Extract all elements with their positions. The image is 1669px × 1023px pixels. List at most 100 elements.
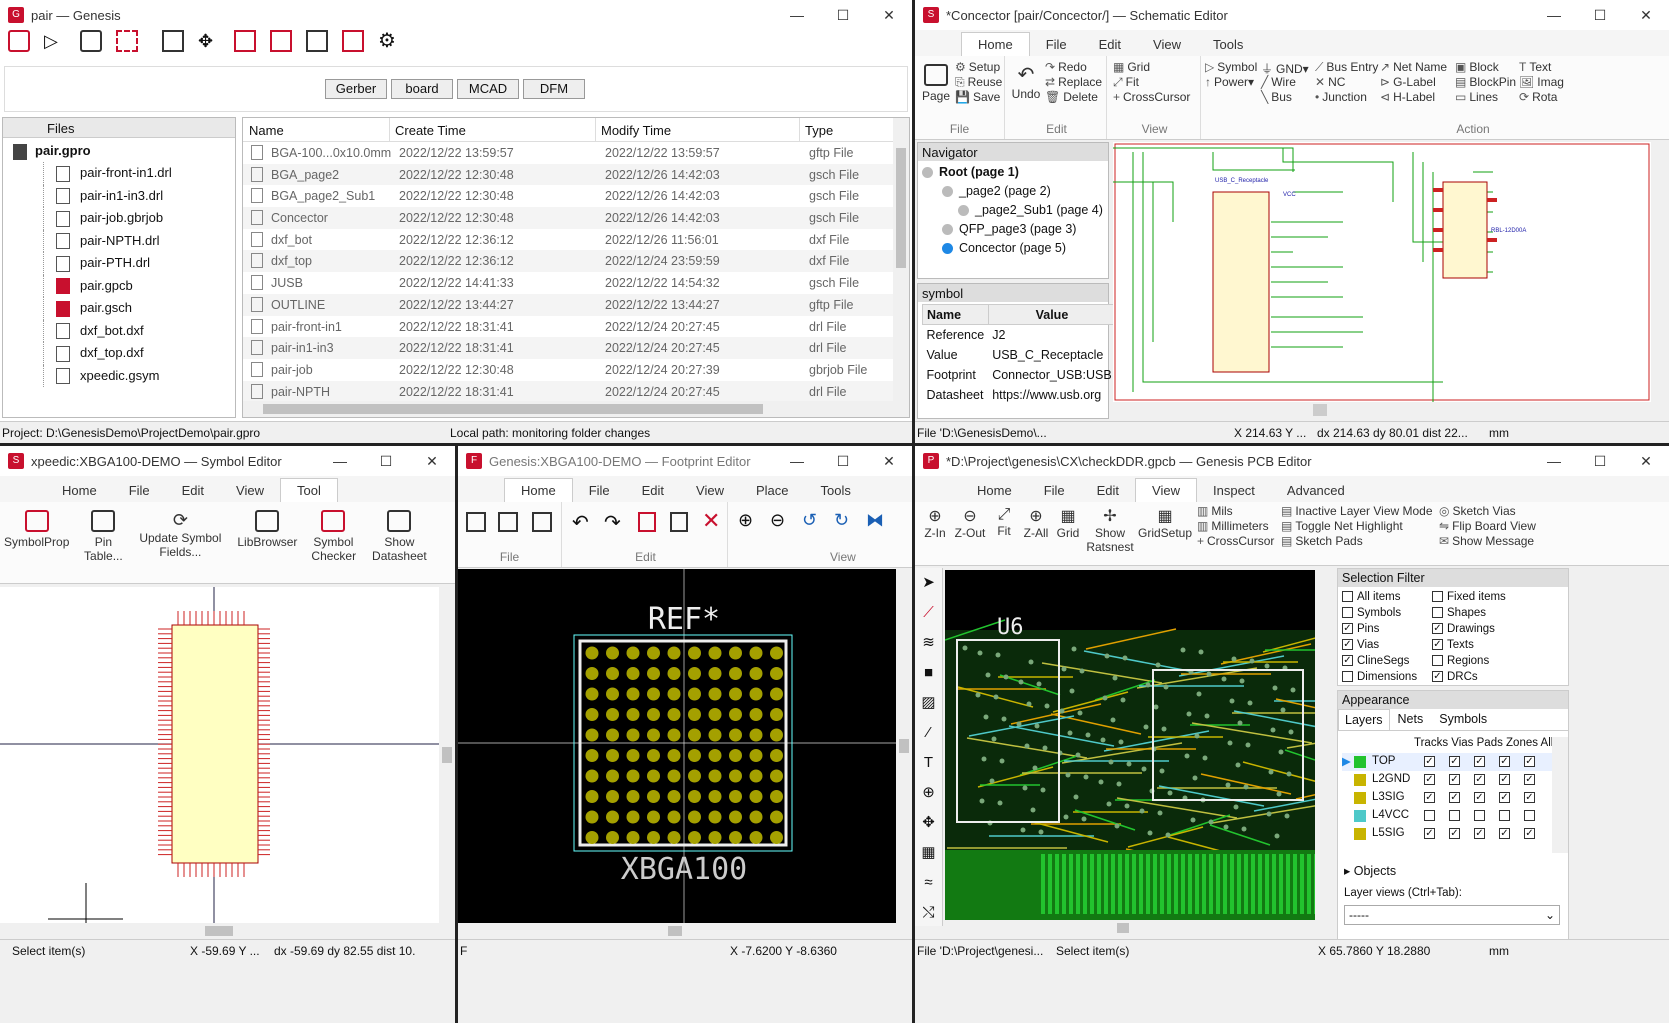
net-name-button[interactable]: ↗ Net Name: [1380, 60, 1447, 74]
layers-scrollbar[interactable]: [1552, 737, 1568, 853]
delete-button[interactable]: 🗑 Delete: [1045, 90, 1098, 104]
layer-views-select[interactable]: ----- ⌄: [1344, 905, 1560, 925]
close-icon[interactable]: ✕: [1623, 7, 1669, 24]
table-row[interactable]: OUTLINE 2022/12/22 13:44:27 2022/12/22 13:…: [243, 293, 909, 316]
tab-view[interactable]: View: [1135, 478, 1197, 502]
tab-symbols[interactable]: Symbols: [1431, 709, 1495, 730]
millimeters-button[interactable]: ▥ Millimeters: [1197, 519, 1269, 533]
tab-tools[interactable]: Tools: [805, 479, 867, 502]
project-node[interactable]: pair.gpro: [13, 140, 235, 162]
vertical-scrollbar[interactable]: [896, 569, 912, 923]
filter-checkbox[interactable]: Regions: [1432, 655, 1489, 667]
tab-edit[interactable]: Edit: [166, 479, 220, 502]
pan-tool-icon[interactable]: ✥: [915, 808, 942, 838]
grid-tool-icon[interactable]: ▦: [915, 838, 942, 868]
close-icon[interactable]: ✕: [866, 7, 912, 24]
junction-button[interactable]: • Junction: [1315, 90, 1367, 104]
rotate-button[interactable]: ⟳ Rota: [1519, 90, 1557, 104]
rotate-ccw-icon[interactable]: ↺: [802, 510, 817, 531]
power-button[interactable]: ↑ Power▾: [1205, 75, 1254, 89]
table-row[interactable]: pair-front-in1 2022/12/22 18:31:41 2022/12…: [243, 315, 909, 338]
measure-tool-icon[interactable]: ⤭: [915, 898, 942, 928]
horizontal-scrollbar[interactable]: [1113, 402, 1651, 418]
zoom-out-icon[interactable]: ⊖: [770, 510, 785, 531]
zoom-in-button[interactable]: ⊕ Z-In: [921, 506, 949, 540]
tab-file[interactable]: File: [1030, 33, 1083, 56]
filter-checkbox[interactable]: Symbols: [1342, 607, 1401, 619]
tab-tools[interactable]: Tools: [1197, 33, 1259, 56]
symbol-prop-button[interactable]: SymbolProp: [4, 510, 69, 575]
tree-item[interactable]: pair.gpcb: [43, 274, 235, 297]
filter-checkbox[interactable]: Shapes: [1432, 607, 1486, 619]
checkbox[interactable]: [1342, 591, 1353, 603]
layer-visibility-checkbox[interactable]: ✓: [1524, 774, 1535, 785]
show-datasheet-button[interactable]: Show Datasheet: [369, 510, 429, 575]
tree-item[interactable]: pair.gsch: [43, 297, 235, 320]
layer-visibility-checkbox[interactable]: ✓: [1424, 756, 1435, 767]
minimize-icon[interactable]: —: [317, 453, 363, 469]
tab-home[interactable]: Home: [961, 479, 1028, 502]
bus-button[interactable]: ╲ Bus: [1261, 90, 1292, 104]
table-row[interactable]: dxf_bot 2022/12/22 12:36:12 2022/12/26 11:…: [243, 228, 909, 251]
fit-button[interactable]: ⤢ Fit: [1113, 75, 1139, 90]
crosscursor-button[interactable]: + CrossCursor: [1197, 534, 1274, 548]
table-row[interactable]: BGA-100...0x10.0mm 2022/12/22 13:59:57 202…: [243, 142, 909, 164]
checkbox[interactable]: ✓: [1432, 639, 1443, 651]
tree-item[interactable]: xpeedic.gsym: [43, 364, 235, 387]
col-header[interactable]: Name: [249, 123, 284, 138]
tab-home[interactable]: Home: [46, 479, 113, 502]
navigator-item[interactable]: Root (page 1): [922, 165, 1019, 179]
layer-visibility-checkbox[interactable]: [1474, 810, 1485, 821]
navigator-item[interactable]: Concector (page 5): [942, 241, 1066, 255]
table-row[interactable]: pair-NPTH 2022/12/22 18:31:41 2022/12/24 2…: [243, 380, 909, 403]
tree-item[interactable]: pair-front-in1.drl: [43, 162, 235, 185]
page-button[interactable]: Page: [919, 64, 953, 103]
sketch-pads-button[interactable]: ▤ Sketch Pads: [1281, 534, 1363, 548]
tab-home[interactable]: Home: [961, 32, 1030, 56]
copy-icon[interactable]: [638, 512, 656, 532]
tab-gerber[interactable]: Gerber: [325, 79, 387, 99]
layer-row[interactable]: L3SIG ✓ ✓ ✓ ✓ ✓: [1342, 789, 1552, 807]
layer-visibility-checkbox[interactable]: ✓: [1449, 792, 1460, 803]
image-button[interactable]: 🖼 Imag: [1519, 75, 1564, 89]
filter-checkbox[interactable]: Fixed items: [1432, 591, 1506, 603]
select-tool-icon[interactable]: ➤: [915, 568, 942, 598]
vertical-scrollbar[interactable]: [439, 587, 455, 923]
paste-icon[interactable]: [670, 512, 688, 532]
maximize-icon[interactable]: ☐: [820, 453, 866, 470]
tab-advanced[interactable]: Advanced: [1271, 479, 1361, 502]
layer-color-swatch[interactable]: [1354, 756, 1366, 768]
via-tool-icon[interactable]: ■: [915, 658, 942, 688]
zoom-tool-icon[interactable]: ⊕: [915, 778, 942, 808]
layer-row[interactable]: L4VCC: [1342, 807, 1552, 825]
tab-view[interactable]: View: [1137, 33, 1197, 56]
grid-button[interactable]: ▦ Grid: [1053, 506, 1083, 540]
filter-checkbox[interactable]: ✓ Drawings: [1432, 623, 1495, 635]
tab-home[interactable]: Home: [504, 478, 573, 502]
horizontal-scrollbar[interactable]: [0, 923, 439, 939]
vertical-scrollbar[interactable]: [1317, 570, 1333, 920]
tab-edit[interactable]: Edit: [1083, 33, 1137, 56]
layer-visibility-checkbox[interactable]: ✓: [1499, 756, 1510, 767]
minimize-icon[interactable]: —: [774, 453, 820, 469]
table-row[interactable]: BGA_page2 2022/12/22 12:30:48 2022/12/26 1…: [243, 163, 909, 186]
col-header[interactable]: Create Time: [395, 123, 466, 138]
nc-button[interactable]: ✕ NC: [1315, 75, 1345, 89]
horizontal-scrollbar[interactable]: [243, 401, 893, 417]
filter-checkbox[interactable]: ✓ ClineSegs: [1342, 655, 1409, 667]
table-row[interactable]: pair-job 2022/12/22 12:30:48 2022/12/24 20…: [243, 358, 909, 381]
move-icon[interactable]: ✥: [198, 30, 220, 52]
rotate-cw-icon[interactable]: ↻: [834, 510, 849, 531]
close-icon[interactable]: ✕: [409, 453, 455, 470]
show-message-button[interactable]: ✉ Show Message: [1439, 534, 1534, 548]
horizontal-scrollbar[interactable]: [458, 923, 896, 939]
symbol-icon[interactable]: [80, 30, 102, 52]
tab-dfm[interactable]: DFM: [523, 79, 585, 99]
filter-checkbox[interactable]: All items: [1342, 591, 1400, 603]
filter-checkbox[interactable]: ✓ Texts: [1432, 639, 1474, 651]
checkbox[interactable]: [1342, 607, 1353, 619]
undo-button[interactable]: ↶ Undo: [1011, 62, 1041, 101]
setup-button[interactable]: ⚙ Setup: [955, 60, 1000, 74]
tab-view[interactable]: View: [220, 479, 280, 502]
schematic-canvas[interactable]: USB_C_Receptacle RBL-12D00A VCC: [1113, 142, 1651, 402]
